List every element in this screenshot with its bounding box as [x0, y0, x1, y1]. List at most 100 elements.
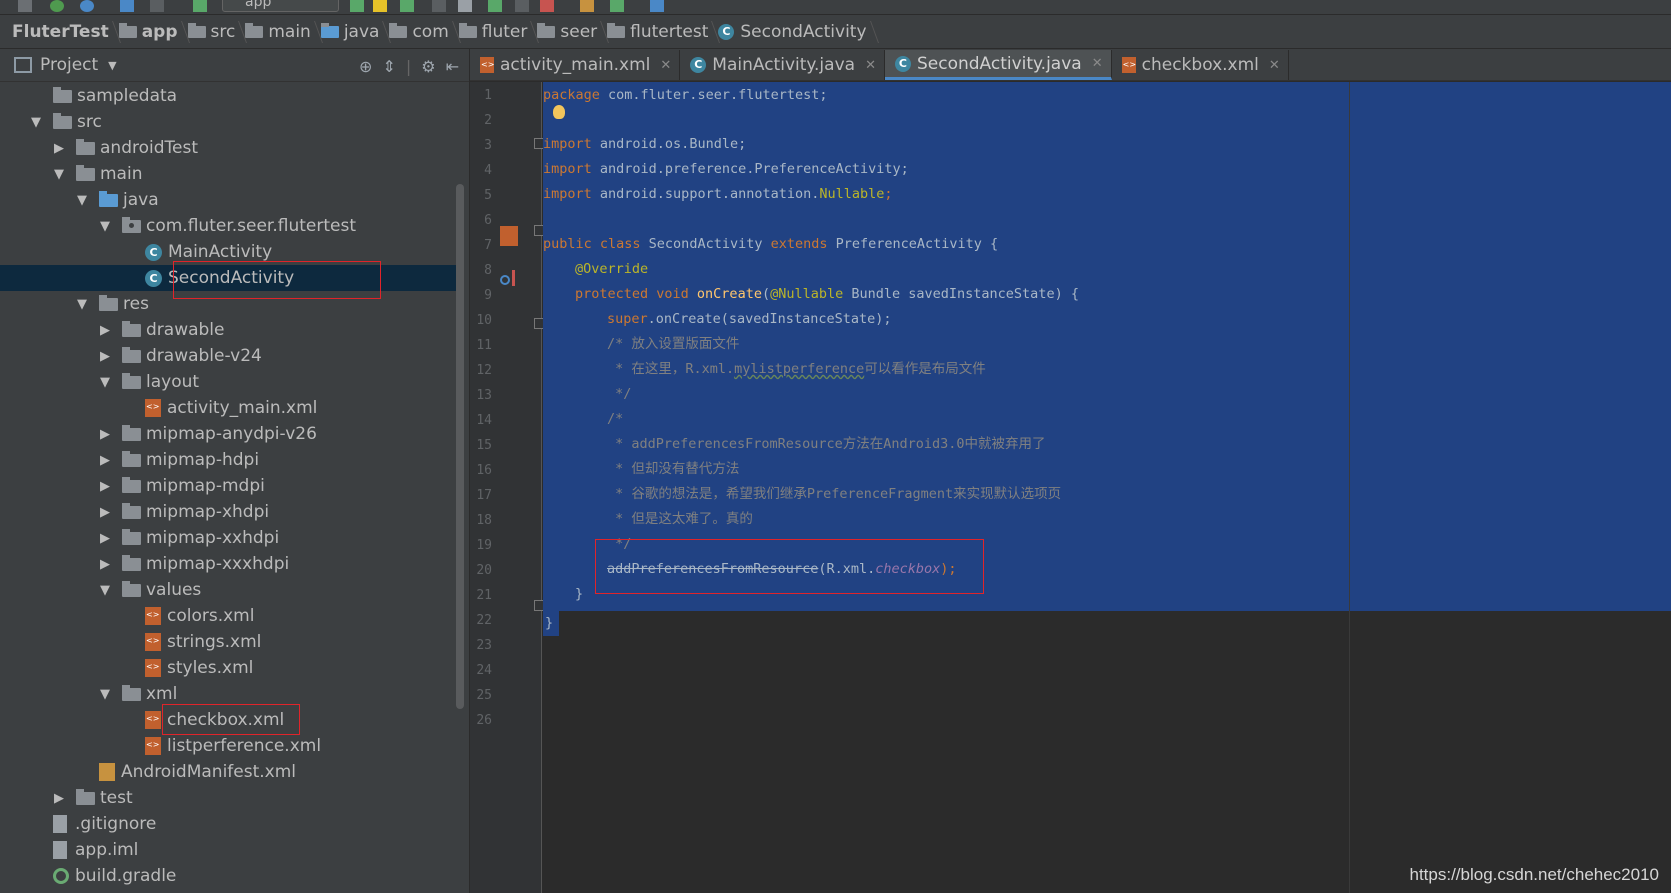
tree-item[interactable]: styles.xml: [0, 655, 456, 681]
project-view-select[interactable]: Project: [40, 55, 98, 75]
collapse-arrow-icon[interactable]: ▶: [52, 791, 66, 806]
tree-item[interactable]: ▼ src: [0, 109, 456, 135]
breadcrumb-com[interactable]: com: [385, 15, 454, 49]
breadcrumb-fluter[interactable]: fluter: [455, 15, 534, 49]
tree-item[interactable]: ▶ androidTest: [0, 135, 456, 161]
breadcrumb-label: flutertest: [630, 21, 709, 42]
collapse-arrow-icon[interactable]: ▶: [98, 531, 112, 546]
forward-icon[interactable]: [150, 0, 164, 12]
hide-panel-icon[interactable]: ⇤: [446, 57, 459, 76]
tree-item[interactable]: app.iml: [0, 837, 456, 863]
tree-item[interactable]: ▶ mipmap-anydpi-v26: [0, 421, 456, 447]
tree-item[interactable]: ▶ drawable: [0, 317, 456, 343]
tree-item[interactable]: .gitignore: [0, 811, 456, 837]
collapse-arrow-icon[interactable]: ▶: [98, 505, 112, 520]
close-icon[interactable]: ✕: [660, 58, 671, 73]
expand-arrow-icon[interactable]: ▼: [98, 687, 112, 702]
collapse-arrow-icon[interactable]: ▶: [52, 141, 66, 156]
expand-arrow-icon[interactable]: ▼: [52, 167, 66, 182]
tree-item[interactable]: ▼ java: [0, 187, 456, 213]
collapse-all-icon[interactable]: ⇕: [382, 57, 395, 76]
expand-arrow-icon[interactable]: ▼: [98, 219, 112, 234]
breadcrumb-module[interactable]: app: [115, 15, 184, 49]
coverage-icon[interactable]: [488, 0, 502, 12]
collapse-arrow-icon[interactable]: ▶: [98, 323, 112, 338]
sdk-manager-icon[interactable]: [580, 0, 594, 12]
breadcrumb-class[interactable]: C SecondActivity: [714, 15, 872, 49]
layout-inspector-icon[interactable]: [650, 0, 664, 12]
tab-checkbox-xml[interactable]: checkbox.xml ✕: [1112, 50, 1289, 80]
tree-item[interactable]: build.gradle: [0, 863, 456, 889]
profile-icon[interactable]: [432, 0, 446, 12]
project-tree[interactable]: sampledata ▼ src ▶ androidTest ▼ main ▼ java ▼ com…: [0, 83, 456, 893]
tree-item[interactable]: ▶ mipmap-xxxhdpi: [0, 551, 456, 577]
tree-item[interactable]: ▶ test: [0, 785, 456, 811]
tab-activity-main-xml[interactable]: activity_main.xml ✕: [470, 50, 681, 80]
gear-icon[interactable]: ⚙: [421, 57, 435, 76]
tree-item[interactable]: sampledata: [0, 83, 456, 109]
expand-arrow-icon[interactable]: ▼: [75, 193, 89, 208]
tree-item[interactable]: ▶ mipmap-hdpi: [0, 447, 456, 473]
tree-item[interactable]: ▶ drawable-v24: [0, 343, 456, 369]
breadcrumb-project[interactable]: FluterTest: [0, 15, 115, 49]
close-icon[interactable]: ✕: [1092, 56, 1103, 71]
pause-icon[interactable]: [515, 0, 529, 12]
tree-item-label: styles.xml: [167, 658, 254, 678]
tree-item[interactable]: colors.xml: [0, 603, 456, 629]
run-icon[interactable]: [350, 0, 364, 12]
refresh-icon[interactable]: [80, 0, 94, 12]
chevron-down-icon[interactable]: ▼: [108, 59, 116, 72]
line-number: 14: [476, 413, 492, 428]
build-icon[interactable]: [193, 0, 207, 12]
breadcrumb-main[interactable]: main: [241, 15, 316, 49]
collapse-arrow-icon[interactable]: ▶: [98, 427, 112, 442]
tree-item-label: mipmap-xhdpi: [146, 502, 270, 522]
code-editor[interactable]: package com.fluter.seer.flutertest; impo…: [543, 82, 1671, 893]
breadcrumb-flutertest[interactable]: flutertest: [603, 15, 714, 49]
save-icon[interactable]: [18, 0, 32, 12]
apply-changes-icon[interactable]: [373, 0, 387, 12]
tab-mainactivity-java[interactable]: C MainActivity.java ✕: [680, 50, 885, 80]
close-icon[interactable]: ✕: [865, 58, 876, 73]
expand-arrow-icon[interactable]: ▼: [98, 375, 112, 390]
override-gutter-icon[interactable]: [500, 275, 510, 285]
tree-scrollbar[interactable]: [456, 184, 464, 709]
close-icon[interactable]: ✕: [1269, 58, 1280, 73]
collapse-arrow-icon[interactable]: ▶: [98, 453, 112, 468]
breadcrumb-java[interactable]: java: [317, 15, 386, 49]
tree-item[interactable]: AndroidManifest.xml: [0, 759, 456, 785]
stop-icon[interactable]: [540, 0, 554, 12]
tree-item[interactable]: ▼ layout: [0, 369, 456, 395]
tree-item[interactable]: strings.xml: [0, 629, 456, 655]
tree-item[interactable]: ▶ mipmap-xhdpi: [0, 499, 456, 525]
expand-arrow-icon[interactable]: ▼: [29, 115, 43, 130]
locate-icon[interactable]: ⊕: [359, 57, 372, 76]
code-text: android.preference.PreferenceActivity;: [591, 161, 909, 177]
attach-icon[interactable]: [458, 0, 472, 12]
line-number: 11: [476, 338, 492, 353]
editor-gutter[interactable]: 1 2 3 4 5 6 7 8 9 10 11 12 13 14 15 16 17 18 19 20 21 22 23 24 2…: [470, 82, 545, 893]
breadcrumb-seer[interactable]: seer: [533, 15, 603, 49]
collapse-arrow-icon[interactable]: ▶: [98, 557, 112, 572]
collapse-arrow-icon[interactable]: ▶: [98, 479, 112, 494]
tab-secondactivity-java[interactable]: C SecondActivity.java ✕: [884, 50, 1112, 80]
collapse-arrow-icon[interactable]: ▶: [98, 349, 112, 364]
tree-item[interactable]: ▶ mipmap-mdpi: [0, 473, 456, 499]
breadcrumb-src[interactable]: src: [184, 15, 242, 49]
tree-item[interactable]: listperference.xml: [0, 733, 456, 759]
tree-item[interactable]: ▶ mipmap-xxhdpi: [0, 525, 456, 551]
back-icon[interactable]: [120, 0, 134, 12]
tree-item[interactable]: ▼ values: [0, 577, 456, 603]
xml-file-icon[interactable]: [500, 226, 518, 246]
run-configuration-select[interactable]: app: [222, 0, 339, 12]
expand-arrow-icon[interactable]: ▼: [75, 297, 89, 312]
debug-icon[interactable]: [400, 0, 414, 12]
tree-item[interactable]: ▼ main: [0, 161, 456, 187]
folder-icon: [122, 450, 141, 467]
sync-icon[interactable]: [50, 0, 64, 12]
tree-item[interactable]: ▼ com.fluter.seer.flutertest: [0, 213, 456, 239]
expand-arrow-icon[interactable]: ▼: [98, 583, 112, 598]
code-line-9: protected void onCreate(@Nullable Bundle…: [575, 282, 1079, 307]
tree-item[interactable]: activity_main.xml: [0, 395, 456, 421]
avd-manager-icon[interactable]: [610, 0, 624, 12]
